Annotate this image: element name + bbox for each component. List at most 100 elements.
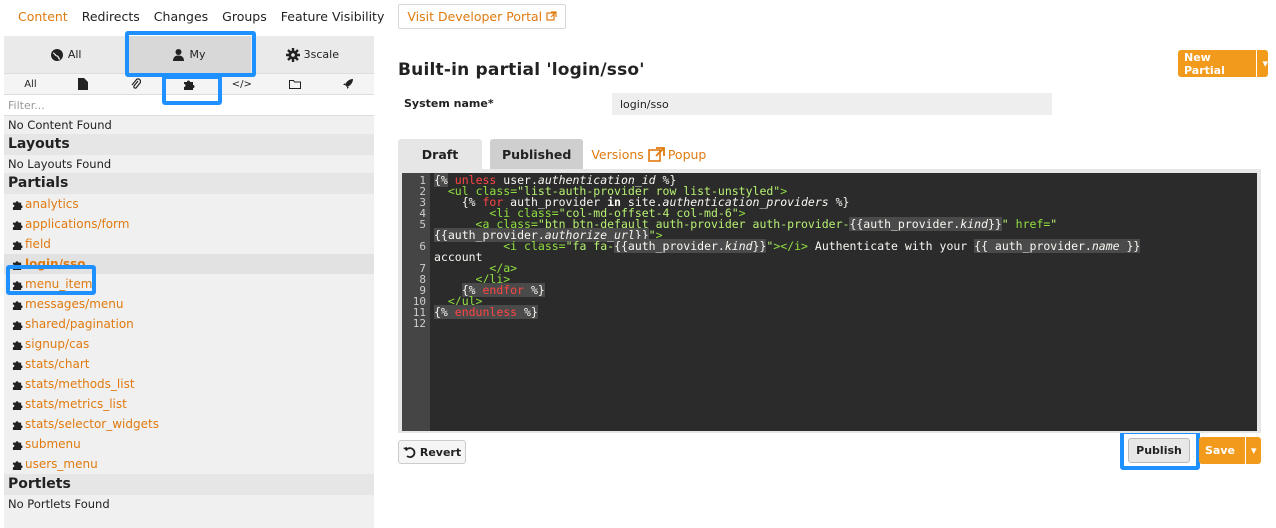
- partial-item[interactable]: field: [4, 234, 374, 254]
- scope-my-label: My: [189, 48, 206, 61]
- partial-item[interactable]: menu_item: [4, 274, 374, 294]
- external-link-icon: [648, 146, 665, 162]
- line-number: 5: [419, 218, 426, 231]
- tab-published[interactable]: Published: [490, 139, 584, 169]
- chevron-down-icon[interactable]: ▾: [1256, 50, 1268, 77]
- page-title: Built-in partial 'login/sso': [398, 60, 645, 80]
- line-number: 12: [412, 317, 426, 330]
- partial-item[interactable]: messages/menu: [4, 294, 374, 314]
- line-number: 6: [419, 240, 426, 253]
- developer-portal-label: Visit Developer Portal: [407, 8, 543, 24]
- rocket-icon: [342, 79, 353, 89]
- folder-icon: [288, 80, 301, 89]
- type-partial-button[interactable]: [163, 78, 216, 90]
- partial-item-label: submenu: [25, 437, 81, 451]
- puzzle-icon: [12, 400, 23, 410]
- partial-item-label: users_menu: [25, 457, 98, 471]
- publish-button[interactable]: Publish: [1128, 438, 1190, 463]
- puzzle-icon: [12, 280, 23, 290]
- revert-label: Revert: [419, 445, 462, 459]
- partial-item[interactable]: users_menu: [4, 454, 374, 474]
- type-section-button[interactable]: [268, 79, 321, 89]
- partial-item-label: applications/form: [25, 217, 130, 231]
- new-partial-button[interactable]: New Partial ▾: [1178, 50, 1268, 77]
- partial-item[interactable]: stats/metrics_list: [4, 394, 374, 414]
- puzzle-icon: [184, 80, 195, 90]
- filter-input[interactable]: [8, 99, 370, 112]
- layouts-heading: Layouts: [4, 134, 374, 155]
- type-file-button[interactable]: [110, 78, 163, 90]
- puzzle-icon: [12, 320, 23, 330]
- user-icon: [173, 49, 185, 61]
- partial-item[interactable]: stats/chart: [4, 354, 374, 374]
- type-portlet-button[interactable]: [321, 78, 374, 90]
- system-name-value: login/sso: [612, 93, 1052, 115]
- undo-icon: [402, 446, 416, 458]
- puzzle-icon: [12, 200, 23, 210]
- partials-list: analytics applications/form field login/sso…: [4, 194, 374, 474]
- nav-content[interactable]: Content: [18, 9, 68, 24]
- nav-changes[interactable]: Changes: [154, 9, 208, 24]
- partial-item[interactable]: stats/selector_widgets: [4, 414, 374, 434]
- partial-item-label: menu_item: [25, 277, 93, 291]
- partial-item-label: analytics: [25, 197, 79, 211]
- scope-3scale-button[interactable]: 3scale: [251, 36, 374, 73]
- save-button[interactable]: Save ▾: [1199, 437, 1261, 464]
- type-filter: All </>: [4, 74, 374, 95]
- gear-icon: [285, 47, 300, 62]
- portlets-heading: Portlets: [4, 474, 374, 495]
- nav-groups[interactable]: Groups: [222, 9, 267, 24]
- puzzle-icon: [12, 240, 23, 250]
- no-content-message: No Content Found: [8, 118, 112, 132]
- partial-item[interactable]: login/sso: [4, 254, 374, 274]
- partial-item[interactable]: applications/form: [4, 214, 374, 234]
- nav-feature-visibility[interactable]: Feature Visibility: [281, 9, 385, 24]
- partial-item-label: signup/cas: [25, 337, 90, 351]
- partial-item-label: messages/menu: [25, 297, 124, 311]
- puzzle-icon: [12, 440, 23, 450]
- partial-item-label: shared/pagination: [25, 317, 134, 331]
- code-lines: {% unless user.authentication_id %} <ul …: [434, 173, 1141, 319]
- popup-link[interactable]: Popup: [648, 139, 706, 169]
- code-area[interactable]: 1 2 3 4 5 6 7 8 9 10 11 12 {% unless user.authentic…: [402, 173, 1257, 431]
- puzzle-icon: [12, 340, 23, 350]
- filter-field: [4, 95, 374, 116]
- paperclip-icon: [131, 78, 142, 89]
- editor-tabs: Draft Published Versions Popup: [398, 139, 710, 169]
- partial-item[interactable]: stats/methods_list: [4, 374, 374, 394]
- chevron-down-icon[interactable]: ▾: [1244, 437, 1257, 464]
- type-page-button[interactable]: [57, 78, 110, 90]
- tab-draft[interactable]: Draft: [398, 139, 482, 169]
- external-link-icon: [546, 10, 557, 21]
- line-number-gutter: 1 2 3 4 5 6 7 8 9 10 11 12: [402, 173, 430, 431]
- partial-item[interactable]: submenu: [4, 434, 374, 454]
- revert-button[interactable]: Revert: [398, 440, 466, 464]
- scope-all-label: All: [67, 48, 82, 61]
- puzzle-icon: [12, 260, 23, 270]
- partial-item-label: stats/metrics_list: [25, 397, 127, 411]
- scope-all-button[interactable]: All: [4, 36, 127, 73]
- partials-heading: Partials: [4, 173, 374, 194]
- partial-item-label: stats/selector_widgets: [25, 417, 159, 431]
- scope-my-button[interactable]: My: [127, 36, 251, 73]
- type-all-button[interactable]: All: [4, 79, 57, 90]
- puzzle-icon: [12, 360, 23, 370]
- nav-redirects[interactable]: Redirects: [82, 9, 140, 24]
- no-layouts-message: No Layouts Found: [8, 157, 112, 171]
- partial-item-label: field: [25, 237, 51, 251]
- scope-filter: All My 3scale: [4, 36, 374, 74]
- puzzle-icon: [12, 220, 23, 230]
- partial-item[interactable]: signup/cas: [4, 334, 374, 354]
- developer-portal-link[interactable]: Visit Developer Portal: [398, 3, 567, 29]
- puzzle-icon: [12, 300, 23, 310]
- partial-item[interactable]: analytics: [4, 194, 374, 214]
- save-label: Save: [1205, 444, 1235, 457]
- content-sidebar: All My 3scale All </> No Content Found L…: [4, 36, 374, 528]
- versions-link[interactable]: Versions: [591, 139, 643, 169]
- file-icon: [78, 78, 89, 90]
- type-layout-button[interactable]: </>: [215, 79, 268, 90]
- top-nav: Content Redirects Changes Groups Feature…: [0, 0, 1276, 32]
- partial-item[interactable]: shared/pagination: [4, 314, 374, 334]
- partial-item-label: login/sso: [25, 257, 86, 271]
- code-editor[interactable]: 1 2 3 4 5 6 7 8 9 10 11 12 {% unless user.authentic…: [398, 169, 1261, 433]
